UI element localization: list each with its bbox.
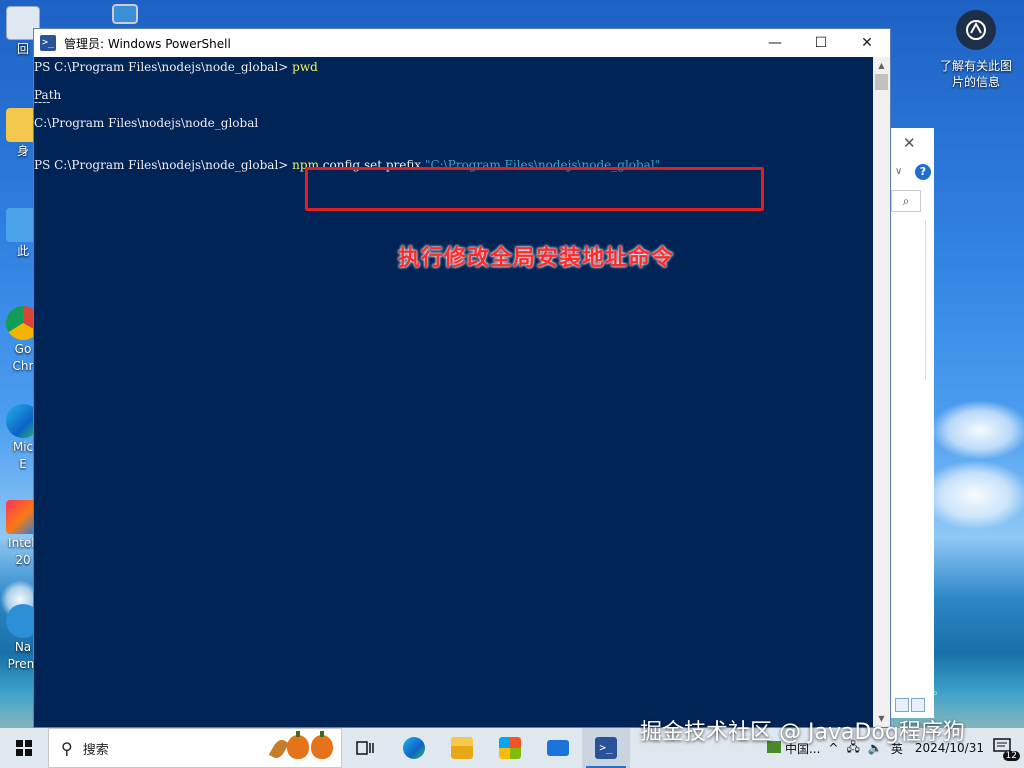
prompt: PS C:\Program Files\nodejs\node_global>: [34, 60, 293, 74]
divider: [925, 220, 926, 380]
search-placeholder: 搜索: [82, 742, 109, 758]
command: pwd: [292, 60, 318, 74]
windows-logo-icon: [16, 740, 32, 756]
powershell-taskbar-button[interactable]: >_: [582, 728, 630, 768]
store-icon: [499, 737, 521, 759]
store-taskbar-button[interactable]: [486, 728, 534, 768]
background-explorer-window[interactable]: ✕ ∨ ? ⌕: [888, 128, 934, 718]
chevron-down-icon[interactable]: ∨: [895, 166, 902, 177]
output-path: C:\Program Files\nodejs\node_global: [34, 116, 259, 130]
file-explorer-taskbar-button[interactable]: [438, 728, 486, 768]
monitor-icon: [112, 4, 138, 24]
maximize-button[interactable]: ☐: [798, 29, 844, 57]
powershell-icon: >_: [40, 35, 56, 51]
details-view-icon[interactable]: [895, 698, 909, 712]
view-toggle[interactable]: [895, 698, 925, 712]
camera-icon: [956, 10, 996, 50]
close-icon[interactable]: ✕: [903, 134, 916, 152]
prompt: PS C:\Program Files\nodejs\node_global>: [34, 158, 293, 172]
minimize-button[interactable]: —: [752, 29, 798, 57]
cloud: [930, 400, 1024, 460]
scroll-thumb[interactable]: [875, 74, 888, 90]
powershell-icon: >_: [595, 737, 617, 759]
mail-taskbar-button[interactable]: [534, 728, 582, 768]
help-icon[interactable]: ?: [915, 164, 931, 180]
highlight-box: [305, 167, 764, 211]
spotlight-info-widget[interactable]: 了解有关此图 片的信息: [934, 10, 1018, 90]
title-bar[interactable]: >_ 管理员: Windows PowerShell — ☐ ✕: [34, 29, 890, 57]
search-icon: ⚲: [61, 738, 73, 758]
task-view-icon: [356, 741, 374, 755]
cloud: [920, 460, 1024, 530]
window-title: 管理员: Windows PowerShell: [64, 36, 231, 51]
close-button[interactable]: ✕: [844, 29, 890, 57]
annotation-text: 执行修改全局安装地址命令: [398, 245, 675, 271]
source-watermark: 掘金技术社区 @ JavaDog程序狗: [640, 720, 965, 745]
edge-icon: [403, 737, 425, 759]
pumpkin-icon: [287, 731, 309, 759]
console-output[interactable]: PS C:\Program Files\nodejs\node_global> …: [34, 57, 890, 727]
folder-icon: [451, 737, 473, 759]
search-icon[interactable]: ⌕: [891, 190, 921, 212]
large-icons-view-icon[interactable]: [911, 698, 925, 712]
task-view-button[interactable]: [342, 728, 390, 768]
vertical-scrollbar[interactable]: ▲ ▼: [873, 57, 890, 727]
column-underline: ----: [34, 95, 51, 109]
pumpkin-icon: [311, 731, 333, 759]
spotlight-label-line2: 片的信息: [951, 75, 1000, 89]
notification-count-badge: 12: [1002, 751, 1020, 761]
scroll-up-icon[interactable]: ▲: [873, 57, 890, 74]
console-line: PS C:\Program Files\nodejs\node_global> …: [34, 60, 318, 74]
search-highlight-graphic: [268, 731, 333, 761]
edge-taskbar-button[interactable]: [390, 728, 438, 768]
start-button[interactable]: [0, 728, 48, 768]
desktop-icon-monitor[interactable]: [110, 4, 140, 24]
taskbar-search[interactable]: ⚲ 搜索: [48, 728, 342, 768]
notification-center-button[interactable]: 12: [992, 737, 1020, 761]
mail-icon: [547, 740, 569, 756]
spotlight-label-line1: 了解有关此图: [939, 59, 1012, 73]
powershell-window[interactable]: >_ 管理员: Windows PowerShell — ☐ ✕ PS C:\P…: [33, 28, 891, 728]
